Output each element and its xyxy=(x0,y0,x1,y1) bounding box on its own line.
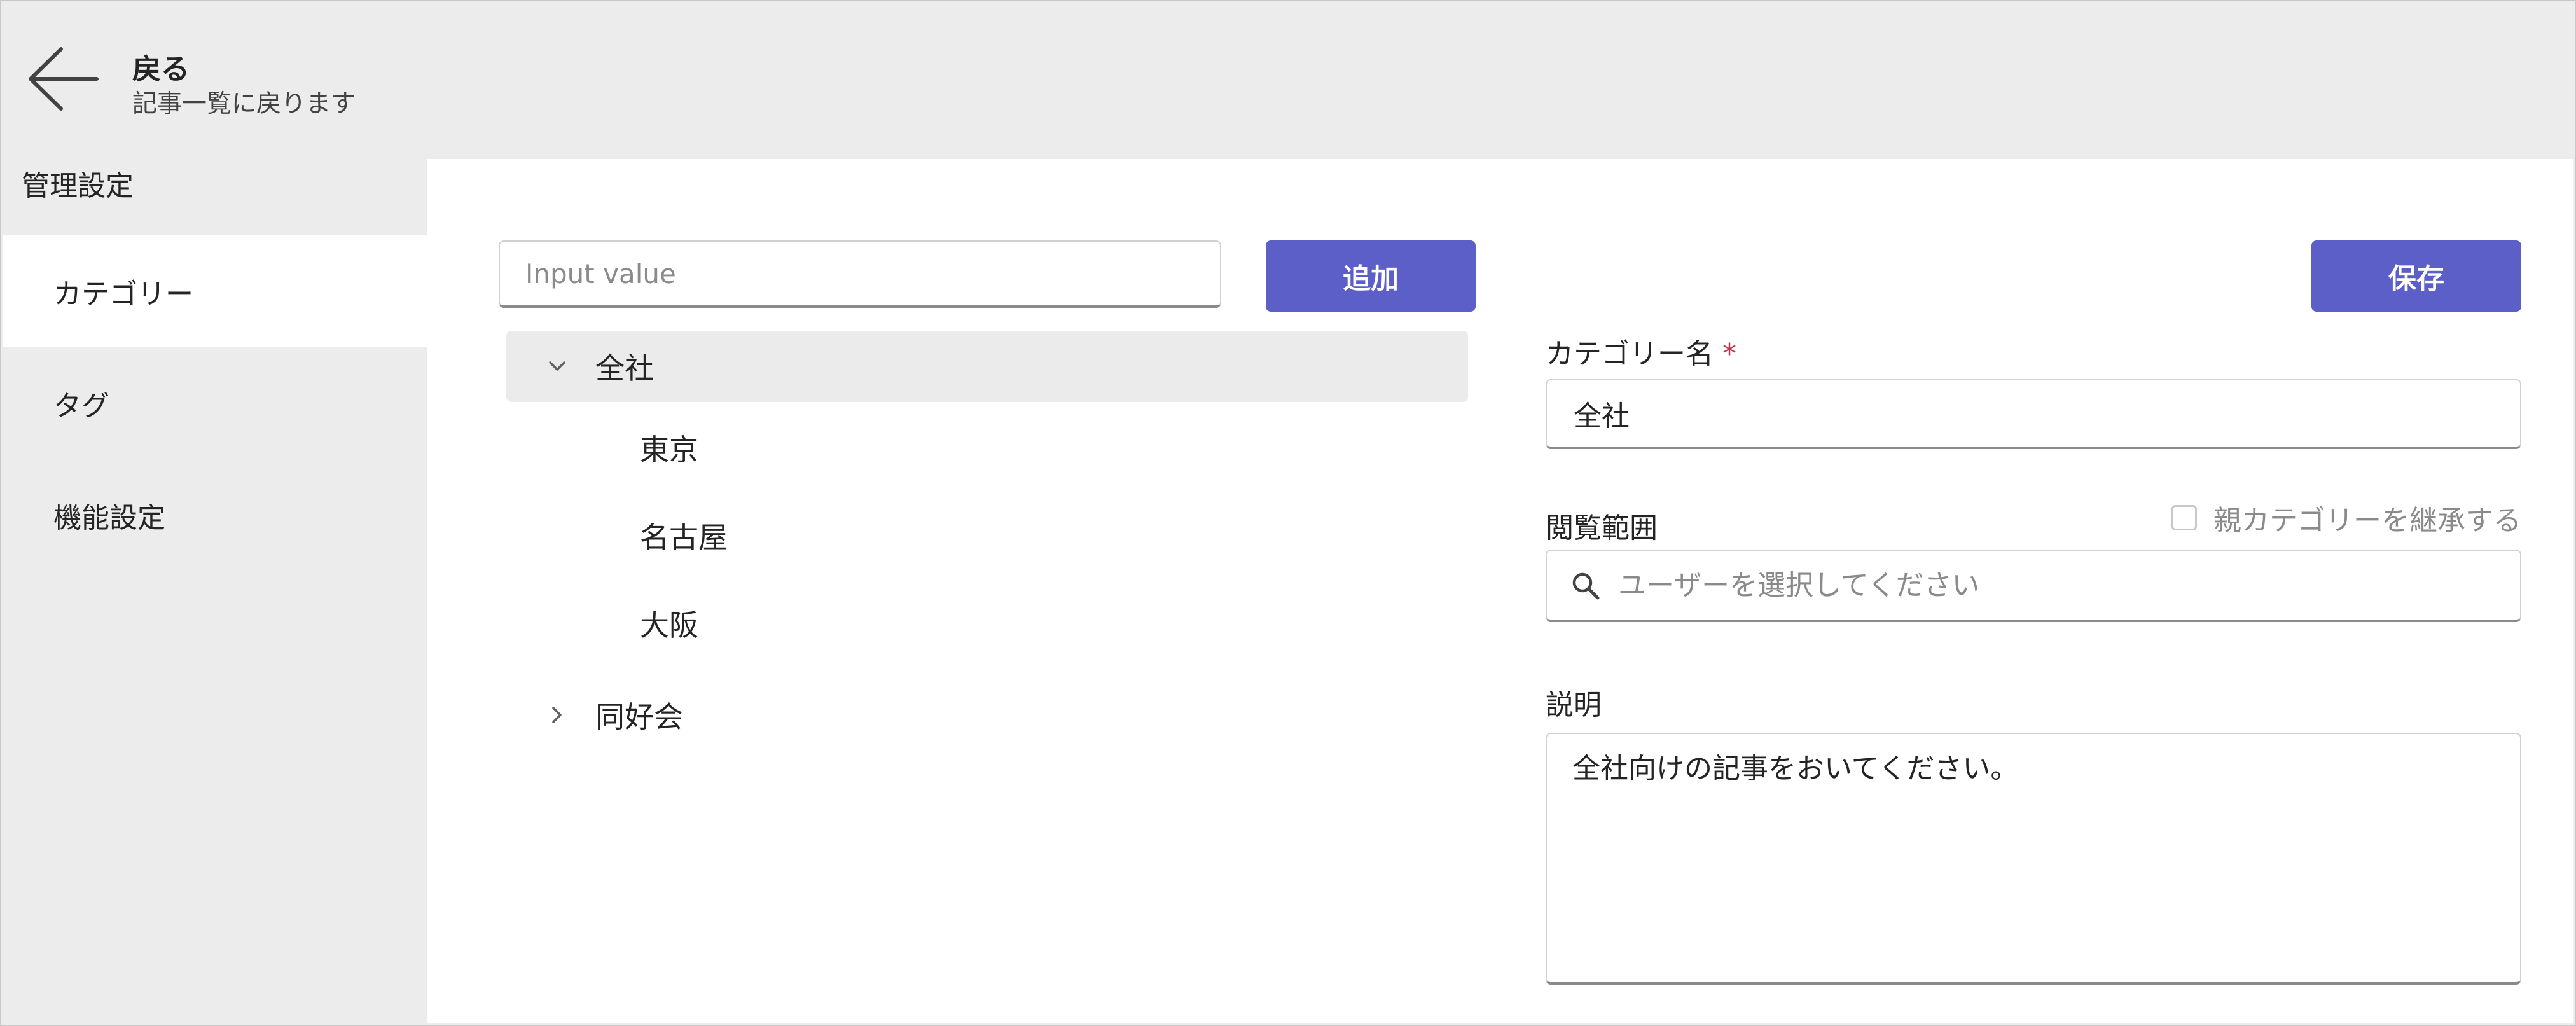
tree-node-osaka[interactable]: 大阪 xyxy=(506,588,1468,659)
search-icon xyxy=(1572,572,1600,600)
sidebar-item-category[interactable]: カテゴリー xyxy=(3,235,427,347)
category-input[interactable] xyxy=(499,240,1221,308)
sidebar-heading: 管理設定 xyxy=(22,170,134,202)
sidebar-item-tags[interactable]: タグ xyxy=(3,347,427,459)
description-field[interactable]: 全社向けの記事をおいてください。 xyxy=(1546,733,2521,985)
sidebar-item-label: タグ xyxy=(53,390,109,422)
category-name-label: カテゴリー名 * xyxy=(1546,331,1736,371)
save-button[interactable]: 保存 xyxy=(2311,240,2521,312)
tree-node-label: 東京 xyxy=(640,433,698,467)
sidebar-item-label: 機能設定 xyxy=(53,502,165,534)
tree-node-all-company[interactable]: 全社 xyxy=(506,331,1468,402)
scope-label: 閲覧範囲 xyxy=(1546,512,1658,544)
checkbox-icon[interactable] xyxy=(2171,505,2197,530)
category-name-field[interactable] xyxy=(1546,379,2521,449)
inherit-checkbox-label: 親カテゴリーを継承する xyxy=(2213,504,2521,537)
category-name-label-text: カテゴリー名 xyxy=(1546,338,1714,370)
add-button[interactable]: 追加 xyxy=(1266,240,1476,312)
tree-node-label: 同好会 xyxy=(595,700,683,734)
tree-node-tokyo[interactable]: 東京 xyxy=(506,412,1468,483)
chevron-right-icon[interactable] xyxy=(544,702,570,728)
tree-node-clubs[interactable]: 同好会 xyxy=(506,679,1468,751)
back-subtitle: 記事一覧に戻ります xyxy=(132,90,356,118)
inherit-parent-checkbox[interactable]: 親カテゴリーを継承する xyxy=(2171,497,2521,538)
tree-node-label: 名古屋 xyxy=(640,520,728,555)
sidebar-item-label: カテゴリー xyxy=(53,278,193,310)
user-search-input[interactable] xyxy=(1546,550,2521,622)
chevron-down-icon[interactable] xyxy=(544,354,570,379)
sidebar-item-feature-settings[interactable]: 機能設定 xyxy=(3,459,427,571)
tree-node-label: 全社 xyxy=(595,351,654,385)
tree-node-label: 大阪 xyxy=(640,608,698,642)
required-mark: * xyxy=(1722,338,1736,370)
back-title[interactable]: 戻る xyxy=(132,46,190,87)
arrow-left-icon xyxy=(29,47,99,111)
description-label: 説明 xyxy=(1546,689,1602,721)
tree-node-nagoya[interactable]: 名古屋 xyxy=(506,500,1468,571)
back-button[interactable] xyxy=(23,39,102,118)
